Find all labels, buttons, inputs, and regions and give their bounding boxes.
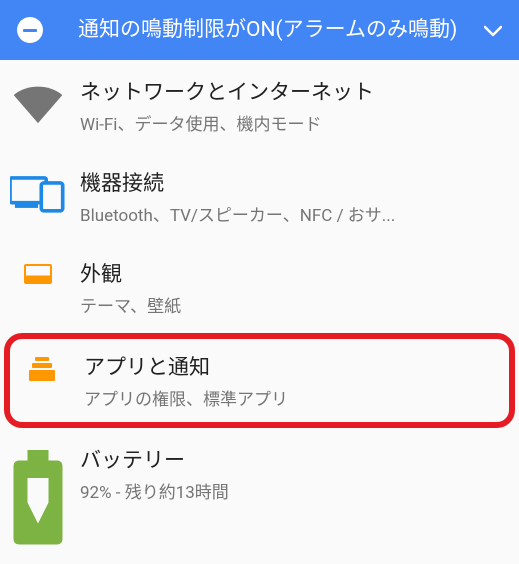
settings-item-text: バッテリー 92% - 残り約13時間 (66, 444, 501, 503)
settings-item-text: ネットワークとインターネット Wi-Fi、データ使用、機内モード (66, 76, 501, 135)
item-subtitle: アプリの権限、標準アプリ (84, 385, 497, 410)
do-not-disturb-icon (17, 17, 43, 43)
dnd-icon-wrap (10, 17, 50, 43)
expand-icon[interactable] (481, 23, 505, 37)
item-title: 外観 (80, 258, 501, 288)
item-title: 機器接続 (80, 167, 501, 197)
display-icon (10, 258, 66, 284)
wifi-icon (10, 76, 66, 127)
settings-item-text: 機器接続 Bluetooth、TV/スピーカー、NFC / おサ... (66, 167, 501, 226)
settings-item-text: アプリと通知 アプリの権限、標準アプリ (70, 351, 497, 410)
settings-item-network[interactable]: ネットワークとインターネット Wi-Fi、データ使用、機内モード (0, 60, 519, 151)
settings-list: ネットワークとインターネット Wi-Fi、データ使用、機内モード 機器接続 Bl… (0, 60, 519, 564)
settings-item-devices[interactable]: 機器接続 Bluetooth、TV/スピーカー、NFC / おサ... (0, 151, 519, 242)
dnd-notification-banner[interactable]: 通知の鳴動制限がON(アラームのみ鳴動) (0, 0, 519, 60)
settings-item-text: 外観 テーマ、壁紙 (66, 258, 501, 317)
settings-item-battery[interactable]: バッテリー 92% - 残り約13時間 (0, 428, 519, 564)
item-title: ネットワークとインターネット (80, 76, 501, 106)
item-subtitle: Bluetooth、TV/スピーカー、NFC / おサ... (80, 201, 501, 226)
settings-item-display[interactable]: 外観 テーマ、壁紙 (0, 242, 519, 333)
item-title: バッテリー (80, 444, 501, 474)
item-subtitle: Wi-Fi、データ使用、機内モード (80, 110, 501, 135)
apps-icon (14, 351, 70, 381)
notification-text: 通知の鳴動制限がON(アラームのみ鳴動) (50, 17, 481, 43)
devices-icon (10, 167, 66, 213)
battery-icon (10, 444, 66, 548)
item-subtitle: 92% - 残り約13時間 (80, 478, 501, 503)
settings-item-apps[interactable]: アプリと通知 アプリの権限、標準アプリ (4, 333, 515, 428)
item-subtitle: テーマ、壁紙 (80, 292, 501, 317)
item-title: アプリと通知 (84, 351, 497, 381)
